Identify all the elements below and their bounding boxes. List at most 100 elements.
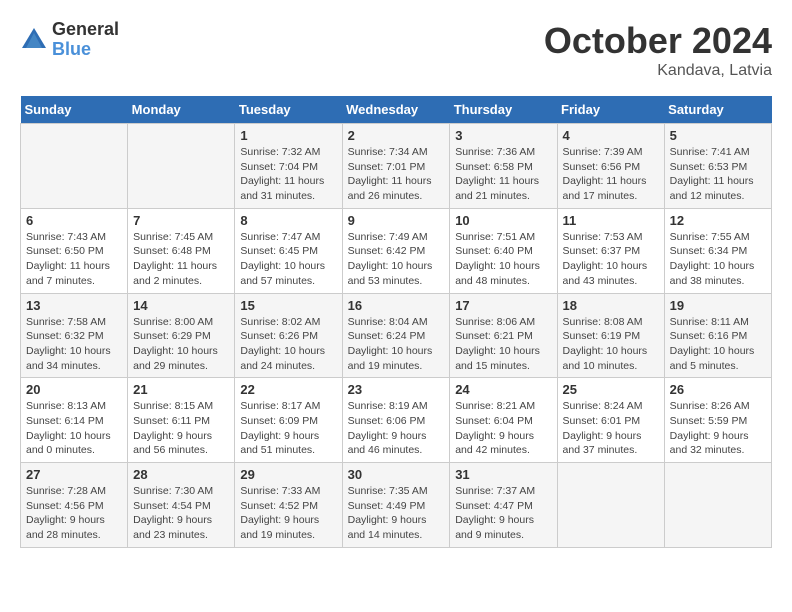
day-detail: Sunrise: 8:02 AM Sunset: 6:26 PM Dayligh… — [240, 315, 336, 374]
day-cell: 3 Sunrise: 7:36 AM Sunset: 6:58 PM Daylig… — [450, 124, 557, 209]
day-cell: 10Sunrise: 7:51 AM Sunset: 6:40 PM Dayli… — [450, 208, 557, 293]
column-header-thursday: Thursday — [450, 96, 557, 124]
logo-text: General Blue — [52, 20, 119, 60]
day-number: 26 — [670, 382, 766, 397]
day-cell: 21 Sunrise: 8:15 AM Sunset: 6:11 PM Dayli… — [128, 378, 235, 463]
day-cell: 24Sunrise: 8:21 AM Sunset: 6:04 PM Dayli… — [450, 378, 557, 463]
day-detail: Sunrise: 7:36 AM Sunset: 6:58 PM Dayligh… — [455, 145, 551, 204]
day-detail: Sunrise: 8:15 AM Sunset: 6:11 PM Dayligh… — [133, 399, 229, 458]
day-cell: 4 Sunrise: 7:39 AM Sunset: 6:56 PM Daylig… — [557, 124, 664, 209]
day-cell — [21, 124, 128, 209]
day-detail: Sunrise: 8:13 AM Sunset: 6:14 PM Dayligh… — [26, 399, 122, 458]
day-cell: 27 Sunrise: 7:28 AM Sunset: 4:56 PM Dayli… — [21, 463, 128, 548]
day-detail: Sunrise: 7:43 AM Sunset: 6:50 PM Dayligh… — [26, 230, 122, 289]
column-header-saturday: Saturday — [664, 96, 771, 124]
day-cell: 8 Sunrise: 7:47 AM Sunset: 6:45 PM Daylig… — [235, 208, 342, 293]
day-number: 10 — [455, 213, 551, 228]
day-detail: Sunrise: 8:08 AM Sunset: 6:19 PM Dayligh… — [563, 315, 659, 374]
day-detail: Sunrise: 7:47 AM Sunset: 6:45 PM Dayligh… — [240, 230, 336, 289]
day-cell: 30 Sunrise: 7:35 AM Sunset: 4:49 PM Dayli… — [342, 463, 450, 548]
day-cell: 15 Sunrise: 8:02 AM Sunset: 6:26 PM Dayli… — [235, 293, 342, 378]
day-cell: 1 Sunrise: 7:32 AM Sunset: 7:04 PM Daylig… — [235, 124, 342, 209]
logo: General Blue — [20, 20, 119, 60]
day-number: 31 — [455, 467, 551, 482]
day-detail: Sunrise: 8:24 AM Sunset: 6:01 PM Dayligh… — [563, 399, 659, 458]
calendar-table: SundayMondayTuesdayWednesdayThursdayFrid… — [20, 96, 772, 548]
day-number: 5 — [670, 128, 766, 143]
day-detail: Sunrise: 7:39 AM Sunset: 6:56 PM Dayligh… — [563, 145, 659, 204]
week-row-4: 20 Sunrise: 8:13 AM Sunset: 6:14 PM Dayli… — [21, 378, 772, 463]
day-number: 25 — [563, 382, 659, 397]
week-row-2: 6 Sunrise: 7:43 AM Sunset: 6:50 PM Daylig… — [21, 208, 772, 293]
day-detail: Sunrise: 7:49 AM Sunset: 6:42 PM Dayligh… — [348, 230, 445, 289]
day-number: 9 — [348, 213, 445, 228]
day-number: 12 — [670, 213, 766, 228]
day-cell: 25 Sunrise: 8:24 AM Sunset: 6:01 PM Dayli… — [557, 378, 664, 463]
day-cell: 28 Sunrise: 7:30 AM Sunset: 4:54 PM Dayli… — [128, 463, 235, 548]
day-detail: Sunrise: 7:34 AM Sunset: 7:01 PM Dayligh… — [348, 145, 445, 204]
day-cell: 14Sunrise: 8:00 AM Sunset: 6:29 PM Dayli… — [128, 293, 235, 378]
day-number: 18 — [563, 298, 659, 313]
column-header-sunday: Sunday — [21, 96, 128, 124]
title-area: October 2024 Kandava, Latvia — [544, 20, 772, 80]
month-title: October 2024 — [544, 20, 772, 62]
day-number: 15 — [240, 298, 336, 313]
day-number: 8 — [240, 213, 336, 228]
day-cell: 23Sunrise: 8:19 AM Sunset: 6:06 PM Dayli… — [342, 378, 450, 463]
logo-line1: General — [52, 20, 119, 40]
week-row-5: 27 Sunrise: 7:28 AM Sunset: 4:56 PM Dayli… — [21, 463, 772, 548]
day-number: 1 — [240, 128, 336, 143]
day-cell: 16Sunrise: 8:04 AM Sunset: 6:24 PM Dayli… — [342, 293, 450, 378]
day-number: 27 — [26, 467, 122, 482]
day-detail: Sunrise: 7:53 AM Sunset: 6:37 PM Dayligh… — [563, 230, 659, 289]
day-number: 7 — [133, 213, 229, 228]
day-number: 20 — [26, 382, 122, 397]
day-detail: Sunrise: 7:35 AM Sunset: 4:49 PM Dayligh… — [348, 484, 445, 543]
day-detail: Sunrise: 7:30 AM Sunset: 4:54 PM Dayligh… — [133, 484, 229, 543]
column-header-wednesday: Wednesday — [342, 96, 450, 124]
day-number: 21 — [133, 382, 229, 397]
day-number: 28 — [133, 467, 229, 482]
day-detail: Sunrise: 7:55 AM Sunset: 6:34 PM Dayligh… — [670, 230, 766, 289]
logo-icon — [20, 26, 48, 54]
day-detail: Sunrise: 7:32 AM Sunset: 7:04 PM Dayligh… — [240, 145, 336, 204]
day-detail: Sunrise: 8:19 AM Sunset: 6:06 PM Dayligh… — [348, 399, 445, 458]
day-number: 29 — [240, 467, 336, 482]
day-detail: Sunrise: 8:17 AM Sunset: 6:09 PM Dayligh… — [240, 399, 336, 458]
day-cell: 13Sunrise: 7:58 AM Sunset: 6:32 PM Dayli… — [21, 293, 128, 378]
day-detail: Sunrise: 7:37 AM Sunset: 4:47 PM Dayligh… — [455, 484, 551, 543]
day-detail: Sunrise: 8:21 AM Sunset: 6:04 PM Dayligh… — [455, 399, 551, 458]
day-detail: Sunrise: 8:11 AM Sunset: 6:16 PM Dayligh… — [670, 315, 766, 374]
day-cell: 26Sunrise: 8:26 AM Sunset: 5:59 PM Dayli… — [664, 378, 771, 463]
page-header: General Blue October 2024 Kandava, Latvi… — [20, 20, 772, 80]
day-number: 16 — [348, 298, 445, 313]
column-header-monday: Monday — [128, 96, 235, 124]
day-number: 17 — [455, 298, 551, 313]
day-number: 30 — [348, 467, 445, 482]
day-detail: Sunrise: 8:00 AM Sunset: 6:29 PM Dayligh… — [133, 315, 229, 374]
day-cell: 18 Sunrise: 8:08 AM Sunset: 6:19 PM Dayli… — [557, 293, 664, 378]
day-cell: 9 Sunrise: 7:49 AM Sunset: 6:42 PM Daylig… — [342, 208, 450, 293]
day-number: 4 — [563, 128, 659, 143]
day-number: 6 — [26, 213, 122, 228]
day-cell: 11 Sunrise: 7:53 AM Sunset: 6:37 PM Dayli… — [557, 208, 664, 293]
day-cell: 12 Sunrise: 7:55 AM Sunset: 6:34 PM Dayli… — [664, 208, 771, 293]
day-cell: 19Sunrise: 8:11 AM Sunset: 6:16 PM Dayli… — [664, 293, 771, 378]
day-cell: 22 Sunrise: 8:17 AM Sunset: 6:09 PM Dayli… — [235, 378, 342, 463]
column-headers: SundayMondayTuesdayWednesdayThursdayFrid… — [21, 96, 772, 124]
day-number: 2 — [348, 128, 445, 143]
day-detail: Sunrise: 7:41 AM Sunset: 6:53 PM Dayligh… — [670, 145, 766, 204]
day-cell: 29 Sunrise: 7:33 AM Sunset: 4:52 PM Dayli… — [235, 463, 342, 548]
location-title: Kandava, Latvia — [544, 62, 772, 80]
day-number: 11 — [563, 213, 659, 228]
day-number: 3 — [455, 128, 551, 143]
day-detail: Sunrise: 7:28 AM Sunset: 4:56 PM Dayligh… — [26, 484, 122, 543]
day-cell: 20 Sunrise: 8:13 AM Sunset: 6:14 PM Dayli… — [21, 378, 128, 463]
day-cell: 31 Sunrise: 7:37 AM Sunset: 4:47 PM Dayli… — [450, 463, 557, 548]
logo-line2: Blue — [52, 40, 119, 60]
day-detail: Sunrise: 7:33 AM Sunset: 4:52 PM Dayligh… — [240, 484, 336, 543]
day-cell — [664, 463, 771, 548]
day-number: 22 — [240, 382, 336, 397]
day-cell: 6 Sunrise: 7:43 AM Sunset: 6:50 PM Daylig… — [21, 208, 128, 293]
day-cell: 7Sunrise: 7:45 AM Sunset: 6:48 PM Daylig… — [128, 208, 235, 293]
